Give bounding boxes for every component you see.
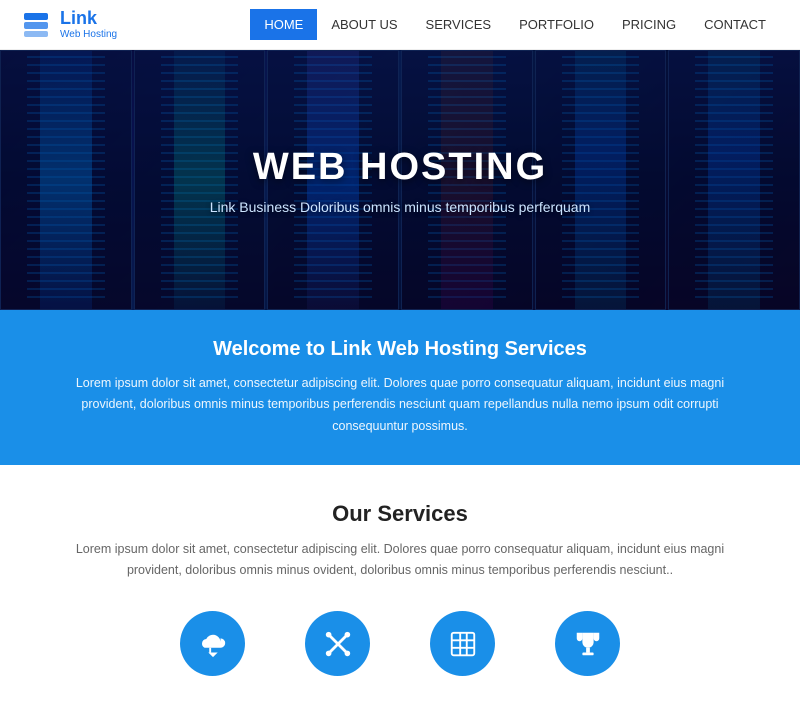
main-nav: HOMEABOUT USSERVICESPORTFOLIOPRICINGCONT…: [250, 9, 780, 40]
nav-item-portfolio[interactable]: PORTFOLIO: [505, 9, 608, 40]
service-item-2: [430, 611, 495, 676]
services-heading: Our Services: [40, 501, 760, 527]
logo-subtitle: Web Hosting: [60, 29, 117, 40]
welcome-heading: Welcome to Link Web Hosting Services: [60, 338, 740, 361]
service-item-1: [305, 611, 370, 676]
nav-item-pricing[interactable]: PRICING: [608, 9, 690, 40]
trophy-icon: [555, 611, 620, 676]
nav-item-home[interactable]: HOME: [250, 9, 317, 40]
services-body: Lorem ipsum dolor sit amet, consectetur …: [70, 539, 730, 582]
nav-item-services[interactable]: SERVICES: [412, 9, 506, 40]
service-icons-row: [40, 611, 760, 676]
grid-icon: [430, 611, 495, 676]
hero-section: WEB HOSTING Link Business Doloribus omni…: [0, 50, 800, 310]
nav-item-about-us[interactable]: ABOUT US: [317, 9, 411, 40]
logo: Link Web Hosting: [20, 9, 117, 41]
logo-name: Link: [60, 9, 117, 29]
tools-icon: [305, 611, 370, 676]
welcome-section: Welcome to Link Web Hosting Services Lor…: [0, 310, 800, 465]
hero-subtitle: Link Business Doloribus omnis minus temp…: [210, 199, 591, 215]
cloud-upload-icon: [180, 611, 245, 676]
service-item-3: [555, 611, 620, 676]
hero-content: WEB HOSTING Link Business Doloribus omni…: [210, 146, 591, 215]
hero-title: WEB HOSTING: [210, 146, 591, 189]
header: Link Web Hosting HOMEABOUT USSERVICESPOR…: [0, 0, 800, 50]
logo-text: Link Web Hosting: [60, 9, 117, 40]
welcome-body: Lorem ipsum dolor sit amet, consectetur …: [60, 373, 740, 437]
service-item-0: [180, 611, 245, 676]
nav-item-contact[interactable]: CONTACT: [690, 9, 780, 40]
services-section: Our Services Lorem ipsum dolor sit amet,…: [0, 465, 800, 706]
logo-icon: [20, 9, 52, 41]
